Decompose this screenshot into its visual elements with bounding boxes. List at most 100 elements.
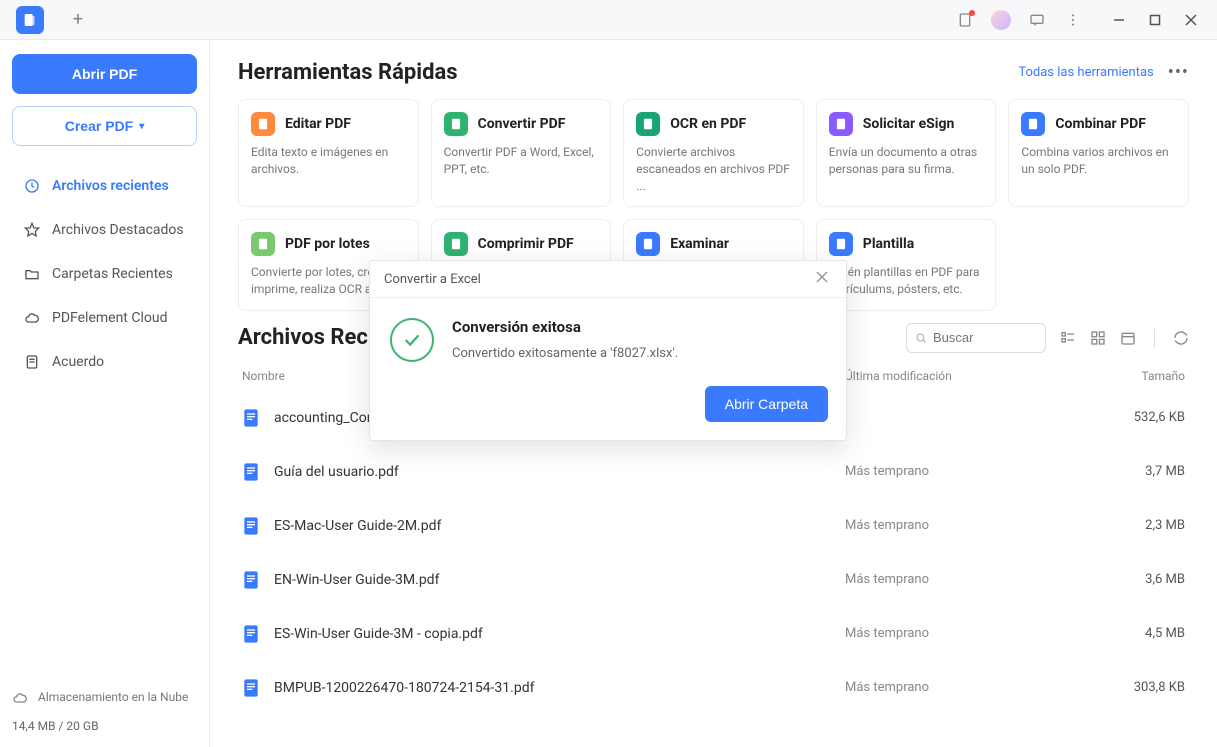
- tool-title: Editar PDF: [285, 116, 351, 132]
- file-size: 3,7 MB: [1085, 464, 1185, 479]
- tool-card[interactable]: Editar PDF Edita texto e imágenes en arch…: [238, 99, 419, 207]
- tool-card[interactable]: Combinar PDFCombina varios archivos en u…: [1008, 99, 1189, 207]
- maximize-button[interactable]: [1137, 6, 1173, 34]
- app-logo: [16, 6, 44, 34]
- calendar-view-icon[interactable]: [1120, 330, 1136, 346]
- sidebar-item-label: PDFelement Cloud: [52, 310, 167, 326]
- view-controls: [1060, 329, 1189, 347]
- modal-heading: Conversión exitosa: [452, 318, 678, 336]
- list-view-icon[interactable]: [1060, 330, 1076, 346]
- modal-message: Convertido exitosamente a 'f8027.xlsx'.: [452, 346, 678, 361]
- conversion-modal: Convertir a Excel Conversión exitosa Con…: [369, 260, 847, 441]
- tool-desc: Combina varios archivos en un solo PDF.: [1021, 144, 1176, 178]
- tool-desc: Edita texto e imágenes en archivos.: [251, 144, 406, 178]
- close-button[interactable]: [1173, 6, 1209, 34]
- sidebar-item-label: Carpetas Recientes: [52, 266, 173, 282]
- col-mod: Última modificación: [845, 369, 1085, 383]
- col-size: Tamaño: [1085, 369, 1185, 383]
- file-modified: Más temprano: [845, 680, 1085, 695]
- pdf-icon: [242, 407, 260, 429]
- titlebar: +: [0, 0, 1217, 40]
- pdf-icon: [242, 461, 260, 483]
- file-size: 2,3 MB: [1085, 518, 1185, 533]
- table-row[interactable]: EN-Win-User Guide-3M.pdf Más temprano 3,…: [238, 553, 1189, 607]
- tool-desc: Convertir PDF a Word, Excel, PPT, etc.: [444, 144, 599, 178]
- tool-desc: Convierte archivos escaneados en archivo…: [636, 144, 791, 194]
- file-size: 4,5 MB: [1085, 626, 1185, 641]
- table-row[interactable]: ES-Win-User Guide-3M - copia.pdf Más tem…: [238, 607, 1189, 661]
- cloud-storage-label: Almacenamiento en la Nube: [38, 690, 188, 704]
- tool-icon: [251, 112, 275, 136]
- sidebar-footer: Almacenamiento en la Nube 14,4 MB / 20 G…: [12, 690, 197, 733]
- search-box[interactable]: [906, 323, 1046, 353]
- cloud-storage-row[interactable]: Almacenamiento en la Nube: [12, 690, 197, 709]
- minimize-button[interactable]: [1101, 6, 1137, 34]
- grid-view-icon[interactable]: [1090, 330, 1106, 346]
- file-modified: Más temprano: [845, 464, 1085, 479]
- tool-title: Comprimir PDF: [478, 236, 574, 252]
- pdf-icon: [242, 515, 260, 537]
- modal-close-button[interactable]: [812, 271, 832, 287]
- sidebar-item-label: Archivos recientes: [52, 178, 169, 194]
- tool-title: OCR en PDF: [670, 116, 746, 132]
- create-pdf-label: Crear PDF: [65, 118, 133, 134]
- file-size: 3,6 MB: [1085, 572, 1185, 587]
- folder-icon: [22, 266, 42, 282]
- storage-usage: 14,4 MB / 20 GB: [12, 719, 197, 733]
- tool-desc: Envía un documento a otras personas para…: [829, 144, 984, 178]
- refresh-icon[interactable]: [1173, 330, 1189, 346]
- tool-card[interactable]: Convertir PDF Convertir PDF a Word, Excel…: [431, 99, 612, 207]
- separator: [1154, 329, 1155, 347]
- sidebar-item-featured[interactable]: Archivos Destacados: [12, 208, 197, 252]
- modal-title: Convertir a Excel: [384, 272, 481, 287]
- file-modified: Más temprano: [845, 626, 1085, 641]
- tool-icon: [636, 112, 660, 136]
- tool-icon: [829, 232, 853, 256]
- table-row[interactable]: BMPUB-1200226470-180724-2154-31.pdf Más …: [238, 661, 1189, 715]
- open-pdf-button[interactable]: Abrir PDF: [12, 54, 197, 94]
- search-icon: [915, 331, 927, 345]
- pdf-icon: [242, 569, 260, 591]
- sidebar: Abrir PDF Crear PDF ▾ Archivos recientes…: [0, 40, 210, 747]
- sidebar-item-recent[interactable]: Archivos recientes: [12, 164, 197, 208]
- sidebar-item-label: Acuerdo: [52, 354, 104, 370]
- table-row[interactable]: Guía del usuario.pdf Más temprano 3,7 MB: [238, 445, 1189, 499]
- tool-icon: [444, 112, 468, 136]
- pdf-icon: [242, 623, 260, 645]
- clock-icon: [22, 178, 42, 194]
- table-row[interactable]: ES-Mac-User Guide-2M.pdf Más temprano 2,…: [238, 499, 1189, 553]
- tool-icon: [251, 232, 275, 256]
- star-icon: [22, 222, 42, 238]
- chevron-down-icon: ▾: [139, 121, 144, 132]
- sidebar-item-folders[interactable]: Carpetas Recientes: [12, 252, 197, 296]
- avatar-icon[interactable]: [987, 6, 1015, 34]
- document-icon: [22, 354, 42, 370]
- sidebar-item-cloud[interactable]: PDFelement Cloud: [12, 296, 197, 340]
- all-tools-link[interactable]: Todas las herramientas: [1018, 65, 1153, 80]
- cloud-icon: [22, 310, 42, 326]
- file-size: 303,8 KB: [1085, 680, 1185, 695]
- tool-desc: Obtén plantillas en PDF para currículums…: [829, 264, 984, 298]
- open-folder-button[interactable]: Abrir Carpeta: [705, 386, 828, 422]
- tool-card[interactable]: Solicitar eSignEnvía un documento a otra…: [816, 99, 997, 207]
- success-check-icon: [390, 318, 434, 362]
- sidebar-item-label: Archivos Destacados: [52, 222, 184, 238]
- notifications-icon[interactable]: [951, 6, 979, 34]
- search-input[interactable]: [933, 330, 1037, 345]
- sidebar-item-agreement[interactable]: Acuerdo: [12, 340, 197, 384]
- create-pdf-button[interactable]: Crear PDF ▾: [12, 106, 197, 146]
- tool-title: Convertir PDF: [478, 116, 566, 132]
- file-name: BMPUB-1200226470-180724-2154-31.pdf: [274, 680, 845, 696]
- tools-title: Herramientas Rápidas: [238, 60, 1018, 85]
- tool-card[interactable]: OCR en PDF Convierte archivos escaneados …: [623, 99, 804, 207]
- chat-icon[interactable]: [1023, 6, 1051, 34]
- file-modified: Más temprano: [845, 572, 1085, 587]
- kebab-menu-icon[interactable]: [1059, 6, 1087, 34]
- tools-more-icon[interactable]: •••: [1168, 62, 1189, 83]
- file-name: Guía del usuario.pdf: [274, 464, 845, 480]
- file-modified: Más temprano: [845, 518, 1085, 533]
- new-tab-button[interactable]: +: [64, 6, 92, 34]
- tool-title: Plantilla: [863, 236, 914, 252]
- tool-icon: [444, 232, 468, 256]
- tool-title: Examinar: [670, 236, 729, 252]
